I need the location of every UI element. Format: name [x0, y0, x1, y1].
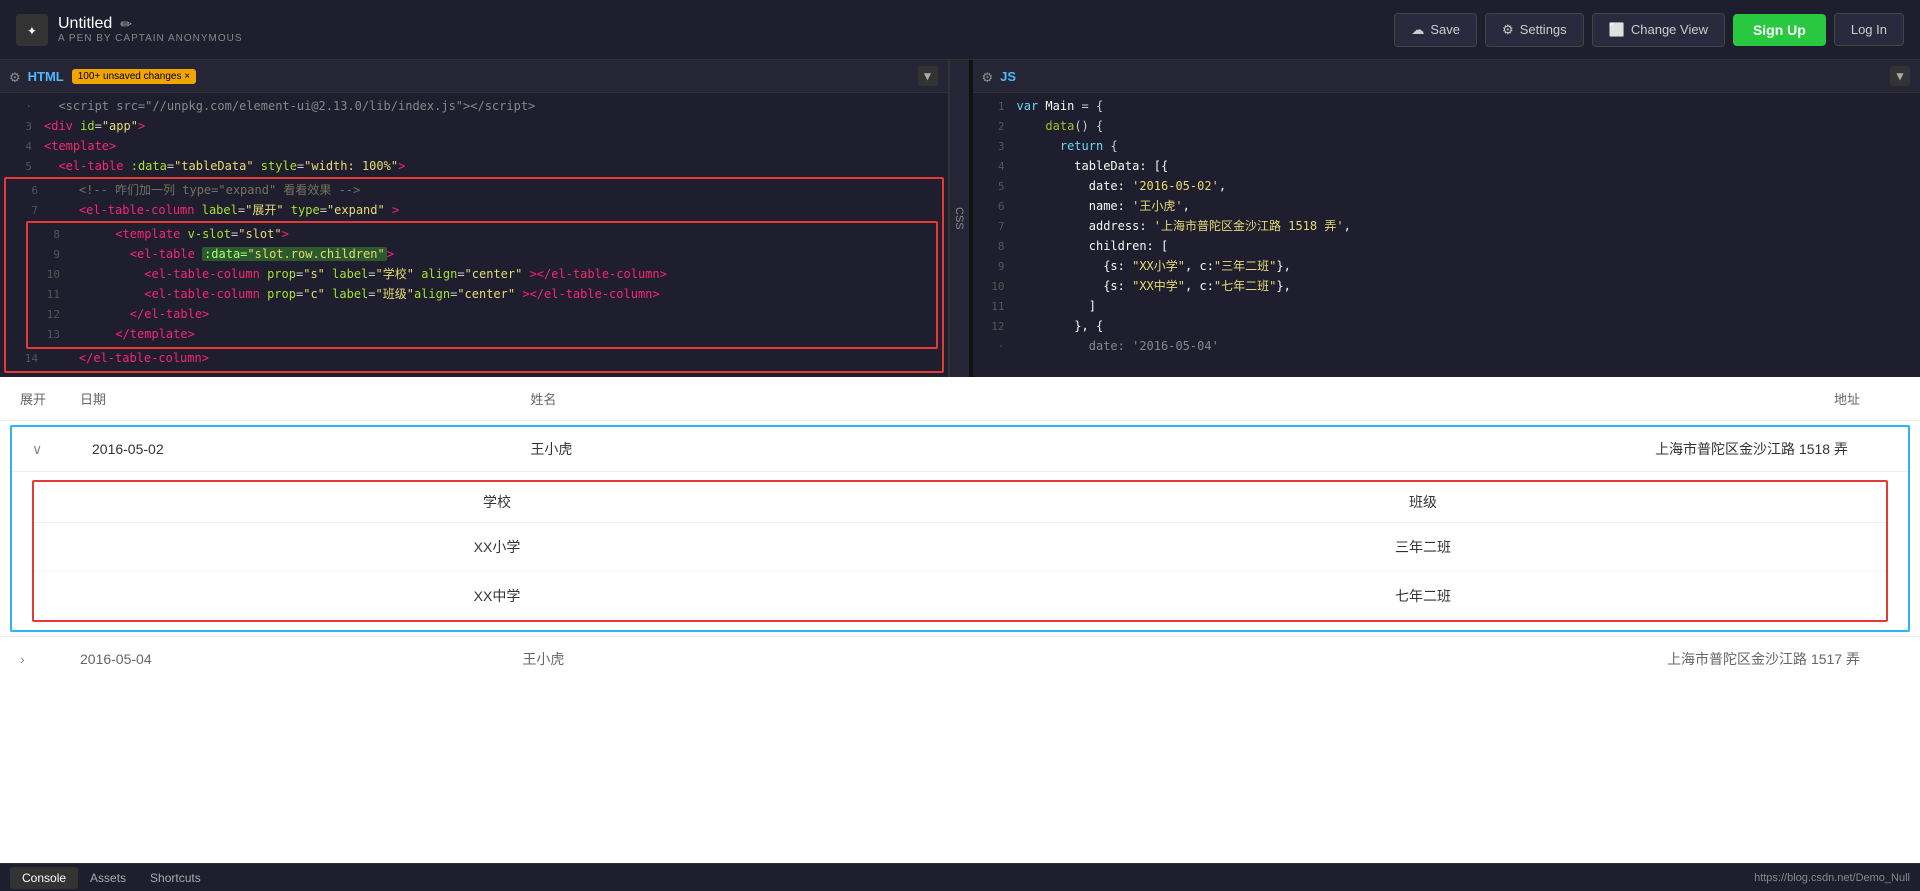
gear-small-icon: ⚙ — [10, 67, 20, 86]
table-row-2: › 2016-05-04 王小虎 上海市普陀区金沙江路 1517 弄 — [0, 636, 1920, 681]
header-title: Untitled ✏ A PEN BY CAPTAIN ANONYMOUS — [58, 15, 243, 44]
nested-col-school: 学校 — [34, 492, 960, 512]
cell-name-2: 王小虎 — [280, 649, 807, 669]
code-line: 12 }, { — [973, 317, 1920, 337]
code-line: 6 <!-- 咋们加一列 type="expand" 看看效果 --> — [6, 181, 942, 201]
col-address-header: 地址 — [807, 389, 1900, 408]
code-line: 9 <el-table :data="slot.row.children"> — [28, 245, 936, 265]
html-panel-title: HTML — [28, 69, 64, 84]
settings-button[interactable]: ⚙ Settings — [1485, 13, 1584, 47]
code-line: 9 {s: "XX小学", c:"三年二班"}, — [973, 257, 1920, 277]
editor-area: ⚙ HTML 100+ unsaved changes × ▼ · <scrip… — [0, 60, 1920, 377]
cell-date-2: 2016-05-04 — [80, 651, 280, 667]
code-line: 7 address: '上海市普陀区金沙江路 1518 弄', — [973, 217, 1920, 237]
gear-icon: ⚙ — [1502, 22, 1514, 38]
js-code-area[interactable]: 1 var Main = { 2 data() { 3 return { 4 t… — [973, 93, 1920, 377]
table-row-expanded: ∨ 2016-05-02 王小虎 上海市普陀区金沙江路 1518 弄 学校 班级… — [10, 425, 1910, 632]
code-line: 8 children: [ — [973, 237, 1920, 257]
nested-table-row: XX小学 三年二班 — [34, 523, 1886, 572]
header: ✦ Untitled ✏ A PEN BY CAPTAIN ANONYMOUS … — [0, 0, 1920, 60]
nested-school-2: XX中学 — [34, 586, 960, 606]
bottom-bar: Console Assets Shortcuts https://blog.cs… — [0, 863, 1920, 891]
view-icon: ⬜ — [1609, 22, 1625, 38]
code-line: 6 name: '王小虎', — [973, 197, 1920, 217]
logo-area: ✦ Untitled ✏ A PEN BY CAPTAIN ANONYMOUS — [16, 14, 243, 46]
nested-table: 学校 班级 XX小学 三年二班 XX中学 七年二班 — [32, 480, 1888, 622]
code-line: 2 data() { — [973, 117, 1920, 137]
code-line: 4 <template> — [0, 137, 948, 157]
js-collapse-button[interactable]: ▼ — [1890, 66, 1910, 86]
table-row-main: ∨ 2016-05-02 王小虎 上海市普陀区金沙江路 1518 弄 — [12, 427, 1908, 472]
pen-subtitle: A PEN BY CAPTAIN ANONYMOUS — [58, 33, 243, 44]
col-expand-header: 展开 — [20, 389, 80, 408]
html-collapse-button[interactable]: ▼ — [918, 66, 938, 86]
code-line: 3 <div id="app"> — [0, 117, 948, 137]
code-line: 14 </el-table-column> — [6, 349, 942, 369]
save-button[interactable]: ☁ Save — [1394, 13, 1477, 47]
nested-class-2: 七年二班 — [960, 586, 1886, 606]
console-tab[interactable]: Console — [10, 867, 78, 889]
code-line: 5 date: '2016-05-02', — [973, 177, 1920, 197]
cell-address: 上海市普陀区金沙江路 1518 弄 — [811, 439, 1888, 459]
table: 展开 日期 姓名 地址 ∨ 2016-05-02 王小虎 上海市普陀区金沙江路 … — [0, 377, 1920, 681]
nested-class-1: 三年二班 — [960, 537, 1886, 557]
js-panel-title: JS — [1000, 69, 1016, 84]
logo-icon: ✦ — [16, 14, 48, 46]
code-line: 11 <el-table-column prop="c" label="班级"a… — [28, 285, 936, 305]
col-name-header: 姓名 — [280, 389, 807, 408]
js-panel-header: ⚙ JS ▼ — [973, 60, 1920, 93]
code-line: 11 ] — [973, 297, 1920, 317]
code-line: 13 </template> — [28, 325, 936, 345]
expand-icon[interactable]: ∨ — [32, 441, 92, 458]
cloud-icon: ☁ — [1411, 22, 1424, 38]
code-line: · <script src="//unpkg.com/element-ui@2.… — [0, 97, 948, 117]
js-panel: ⚙ JS ▼ 1 var Main = { 2 data() { 3 retur… — [973, 60, 1920, 377]
unsaved-badge[interactable]: 100+ unsaved changes × — [72, 69, 196, 84]
change-view-button[interactable]: ⬜ Change View — [1592, 13, 1725, 47]
red-box-inner: 8 <template v-slot="slot"> 9 <el-table :… — [26, 221, 938, 349]
cell-date: 2016-05-02 — [92, 441, 292, 457]
nested-table-row: XX中学 七年二班 — [34, 572, 1886, 620]
cell-name: 王小虎 — [292, 439, 811, 459]
code-line: 10 <el-table-column prop="s" label="学校" … — [28, 265, 936, 285]
red-box-outer: 6 <!-- 咋们加一列 type="expand" 看看效果 --> 7 <e… — [4, 177, 944, 373]
table-header: 展开 日期 姓名 地址 — [0, 377, 1920, 421]
html-panel-header: ⚙ HTML 100+ unsaved changes × ▼ — [0, 60, 948, 93]
signup-button[interactable]: Sign Up — [1733, 14, 1826, 46]
url-display: https://blog.csdn.net/Demo_Null — [1754, 872, 1910, 884]
code-line: 1 var Main = { — [973, 97, 1920, 117]
code-line: 4 tableData: [{ — [973, 157, 1920, 177]
expand-icon-2[interactable]: › — [20, 651, 80, 667]
code-line: 3 return { — [973, 137, 1920, 157]
col-date-header: 日期 — [80, 389, 280, 408]
code-line: 5 <el-table :data="tableData" style="wid… — [0, 157, 948, 177]
nested-col-class: 班级 — [960, 492, 1886, 512]
html-panel: ⚙ HTML 100+ unsaved changes × ▼ · <scrip… — [0, 60, 949, 377]
code-line: · date: '2016-05-04' — [973, 337, 1920, 357]
code-line: 8 <template v-slot="slot"> — [28, 225, 936, 245]
html-code-area[interactable]: · <script src="//unpkg.com/element-ui@2.… — [0, 93, 948, 377]
edit-icon[interactable]: ✏ — [120, 16, 132, 33]
shortcuts-tab[interactable]: Shortcuts — [138, 867, 213, 889]
code-line: 12 </el-table> — [28, 305, 936, 325]
css-panel-label[interactable]: CSS — [949, 60, 969, 377]
assets-tab[interactable]: Assets — [78, 867, 138, 889]
preview-area: 展开 日期 姓名 地址 ∨ 2016-05-02 王小虎 上海市普陀区金沙江路 … — [0, 377, 1920, 863]
nested-table-header: 学校 班级 — [34, 482, 1886, 523]
login-button[interactable]: Log In — [1834, 13, 1904, 46]
nested-school-1: XX小学 — [34, 537, 960, 557]
code-line: 10 {s: "XX中学", c:"七年二班"}, — [973, 277, 1920, 297]
gear-js-icon: ⚙ — [983, 67, 993, 86]
code-line: 7 <el-table-column label="展开" type="expa… — [6, 201, 942, 221]
cell-address-2: 上海市普陀区金沙江路 1517 弄 — [807, 649, 1900, 669]
pen-title: Untitled — [58, 15, 112, 33]
